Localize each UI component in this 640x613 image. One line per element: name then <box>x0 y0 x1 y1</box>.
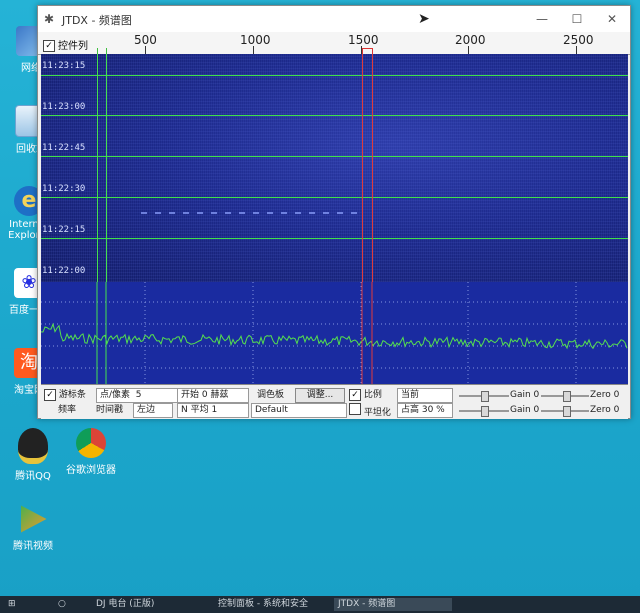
tick-mark <box>145 46 146 54</box>
taskbar-item[interactable] <box>456 598 524 611</box>
gain-label: Gain 0 <box>510 390 540 400</box>
taskbar-item[interactable]: 控制面板 - 系统和安全 <box>214 598 332 611</box>
maximize-button[interactable]: ☐ <box>563 10 591 28</box>
taskbar-item[interactable]: DJ 电台 (正版) <box>92 598 200 611</box>
tick-label: 2000 <box>455 33 486 47</box>
cursor-bar-toggle[interactable]: ✓ 游标条 <box>44 388 86 402</box>
frequency-ruler[interactable]: ✓ 控件列 500 1000 1500 2000 2500 <box>38 32 630 55</box>
pixels-value: 5 <box>135 390 142 400</box>
time-divider <box>41 75 628 76</box>
time-divider <box>41 156 628 157</box>
tx-marker-bar <box>362 48 373 49</box>
jtdx-app-icon: ✱ <box>44 12 55 26</box>
time-label: 11:22:45 <box>42 143 86 153</box>
checkbox-checked-icon: ✓ <box>44 389 56 401</box>
time-divider <box>41 115 628 116</box>
palette-label: 调色板 <box>257 390 285 400</box>
zero-label: Zero 0 <box>590 390 620 400</box>
desktop-icon-tencent-video[interactable]: 腾讯视频 <box>4 504 62 552</box>
spectrum-display[interactable] <box>41 282 628 384</box>
time-divider <box>41 238 628 239</box>
spectrum-plot <box>41 282 628 384</box>
checkbox-checked-icon: ✓ <box>349 389 361 401</box>
zero-slider-2-handle[interactable] <box>563 406 571 417</box>
mode-select[interactable]: 当前 <box>397 388 453 403</box>
tick-mark <box>253 46 254 54</box>
time-label: 11:22:30 <box>42 184 86 194</box>
tick-label: 500 <box>134 33 157 47</box>
desktop-icon-chrome[interactable]: 谷歌浏览器 <box>62 428 120 476</box>
ratio-label: 比例 <box>363 390 382 400</box>
time-label: 11:22:15 <box>42 225 86 235</box>
ratio-toggle[interactable]: ✓ 比例 <box>349 388 382 402</box>
tick-label: 1000 <box>240 33 271 47</box>
minimize-button[interactable]: — <box>528 10 556 28</box>
tx-cursor-line <box>362 54 363 282</box>
mouse-pointer-icon: ➤ <box>418 11 430 27</box>
zero-slider-handle[interactable] <box>563 391 571 402</box>
time-label: 11:23:15 <box>42 61 86 71</box>
pixels-per-bin-spinbox[interactable]: 点/像素 5 <box>96 388 178 403</box>
frequency-label: 频率 <box>58 405 77 415</box>
start-freq-spinbox[interactable]: 开始 0 赫兹 <box>177 388 249 403</box>
rx-cursor-line <box>97 54 98 282</box>
adjust-button[interactable]: 调整... <box>295 388 345 403</box>
search-icon[interactable]: ○ <box>54 598 76 611</box>
checkbox-unchecked-icon <box>349 403 361 415</box>
smooth-toggle[interactable]: 平坦化 <box>349 403 391 418</box>
checkbox-checked-icon: ✓ <box>43 40 55 52</box>
gain-slider-handle[interactable] <box>481 391 489 402</box>
tick-label: 2500 <box>563 33 594 47</box>
smooth-label: 平坦化 <box>363 408 391 418</box>
zero-label-2: Zero 0 <box>590 405 620 415</box>
tencent-video-icon <box>21 505 47 533</box>
rx-cursor-line <box>106 54 107 282</box>
controls-toggle-label: 控件列 <box>58 41 88 52</box>
qq-penguin-icon <box>18 428 48 464</box>
pixels-label: 点/像素 <box>100 390 131 400</box>
tick-mark <box>576 46 577 54</box>
tick-mark <box>468 46 469 54</box>
gain-label-2: Gain 0 <box>510 405 540 415</box>
window-title: JTDX - 频谱图 <box>62 14 132 27</box>
chrome-icon <box>76 428 106 458</box>
waterfall-noise <box>41 54 628 282</box>
close-button[interactable]: ✕ <box>598 10 626 28</box>
waterfall-display[interactable]: 11:23:15 11:23:00 11:22:45 11:22:30 11:2… <box>41 54 628 282</box>
cursor-bar-label: 游标条 <box>58 390 86 400</box>
height-spinbox[interactable]: 占高 30 % <box>397 403 453 418</box>
wide-graph-window: ✱ JTDX - 频谱图 — ☐ ✕ ✓ 控件列 500 1000 1500 20… <box>37 5 631 419</box>
tx-cursor-line <box>372 54 373 282</box>
time-label: 11:23:00 <box>42 102 86 112</box>
timestamp-label: 时间戳 <box>96 405 124 415</box>
desktop-icon-label: 腾讯视频 <box>13 541 53 552</box>
title-bar[interactable]: ✱ JTDX - 频谱图 — ☐ ✕ <box>38 6 630 32</box>
tick-label: 1500 <box>348 33 379 47</box>
desktop-icon-label: 腾讯QQ <box>15 471 51 482</box>
signal-trace <box>141 212 361 214</box>
controls-toggle[interactable]: ✓ 控件列 <box>43 37 88 52</box>
controls-panel: ✓ 游标条 点/像素 5 开始 0 赫兹 调色板 调整... ✓ 比例 当前 G… <box>41 384 628 419</box>
average-spinbox[interactable]: N 平均 1 <box>177 403 249 418</box>
spectrum-trace <box>41 322 628 350</box>
start-button[interactable]: ⊞ <box>4 598 28 611</box>
taskbar-item-active[interactable]: JTDX - 频谱图 <box>334 598 452 611</box>
taskbar: ⊞ ○ DJ 电台 (正版) 控制面板 - 系统和安全 JTDX - 频谱图 <box>0 596 640 613</box>
gain-slider-2-handle[interactable] <box>481 406 489 417</box>
palette-select[interactable]: Default <box>251 403 347 418</box>
desktop-icon-qq[interactable]: 腾讯QQ <box>4 428 62 482</box>
time-divider <box>41 197 628 198</box>
timestamp-side-select[interactable]: 左边 <box>133 403 173 418</box>
desktop-icon-label: 谷歌浏览器 <box>66 465 116 476</box>
time-label: 11:22:00 <box>42 266 86 276</box>
